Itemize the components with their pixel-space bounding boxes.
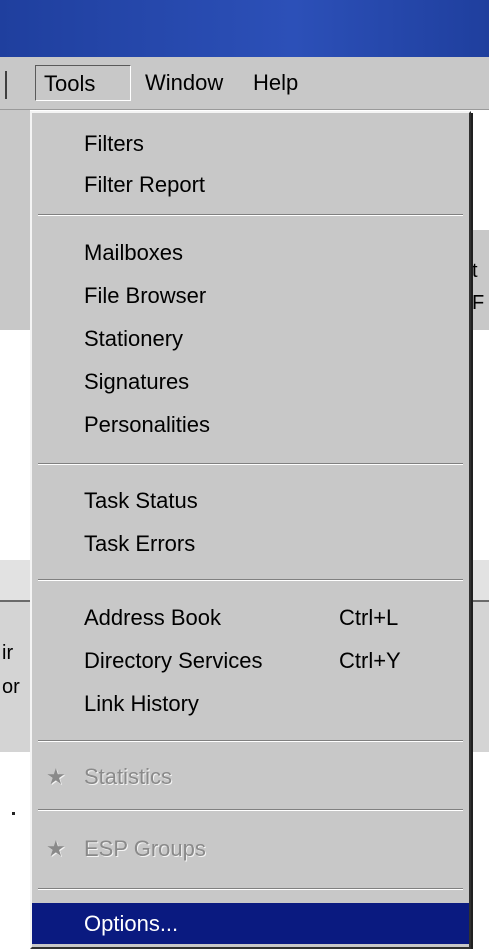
menu-item-task-errors[interactable]: Task Errors — [32, 523, 469, 564]
menu-item-directory-services[interactable]: Directory Services Ctrl+Y — [32, 640, 469, 681]
menu-item-label: File Browser — [84, 283, 207, 308]
menu-item-label: Task Status — [84, 488, 198, 513]
menu-item-label: Task Errors — [84, 531, 196, 556]
menu-item-personalities[interactable]: Personalities — [32, 404, 469, 445]
menu-item-label: Stationery — [84, 326, 184, 351]
background-toolbar — [0, 110, 30, 289]
menu-separator — [38, 214, 463, 216]
menu-item-link-history[interactable]: Link History — [32, 683, 469, 724]
menu-item-options[interactable]: Options... — [32, 903, 469, 944]
background-panel-right: t F — [470, 230, 489, 331]
menu-item-address-book[interactable]: Address Book Ctrl+L — [32, 597, 469, 638]
menu-item-mailboxes[interactable]: Mailboxes — [32, 232, 469, 273]
menu-item-signatures[interactable]: Signatures — [32, 361, 469, 402]
menu-item-label: Filter Report — [84, 172, 206, 197]
background-panel — [0, 230, 30, 331]
menu-window[interactable]: Window — [137, 65, 231, 101]
menu-item-label: Directory Services — [84, 648, 263, 673]
background-text-fragment: t — [472, 260, 478, 282]
menu-item-label: ESP Groups — [84, 836, 206, 861]
menu-item-stationery[interactable]: Stationery — [32, 318, 469, 359]
background-text-fragment: ir — [2, 642, 14, 664]
menu-separator — [38, 740, 463, 742]
menu-item-filters[interactable]: Filters — [32, 123, 469, 164]
menu-separator — [5, 71, 7, 99]
menu-separator — [38, 888, 463, 890]
menu-separator — [38, 463, 463, 465]
menu-item-label: Statistics — [84, 764, 173, 789]
background-text-fragment: or — [2, 676, 20, 698]
title-bar — [0, 0, 489, 57]
background-text-fragment: F — [472, 292, 485, 314]
menu-item-label: Options... — [84, 911, 179, 936]
star-icon: ★ — [46, 836, 66, 861]
menu-item-label: Filters — [84, 131, 144, 156]
menu-item-label: Address Book — [84, 605, 221, 630]
shortcut-label: Ctrl+L — [339, 605, 399, 630]
background-dot — [12, 812, 15, 815]
menu-item-label: Link History — [84, 691, 199, 716]
menu-item-label: Mailboxes — [84, 240, 184, 265]
shortcut-label: Ctrl+Y — [339, 648, 401, 673]
menu-item-filter-report[interactable]: Filter Report — [32, 164, 469, 205]
menu-item-label: Personalities — [84, 412, 210, 437]
menu-item-file-browser[interactable]: File Browser — [32, 275, 469, 316]
menu-item-label: Signatures — [84, 369, 190, 394]
menu-item-task-status[interactable]: Task Status — [32, 480, 469, 521]
menu-separator — [38, 579, 463, 581]
menu-bar: Tools Window Help — [0, 57, 489, 110]
menu-help[interactable]: Help — [245, 65, 306, 101]
menu-item-esp-groups: ★ ESP Groups — [32, 828, 469, 869]
tools-dropdown-menu: Filters Filter Report Mailboxes File Bro… — [30, 111, 471, 949]
star-icon: ★ — [46, 764, 66, 789]
menu-item-statistics: ★ Statistics — [32, 756, 469, 797]
menu-separator — [38, 809, 463, 811]
menu-tools[interactable]: Tools — [35, 65, 131, 101]
